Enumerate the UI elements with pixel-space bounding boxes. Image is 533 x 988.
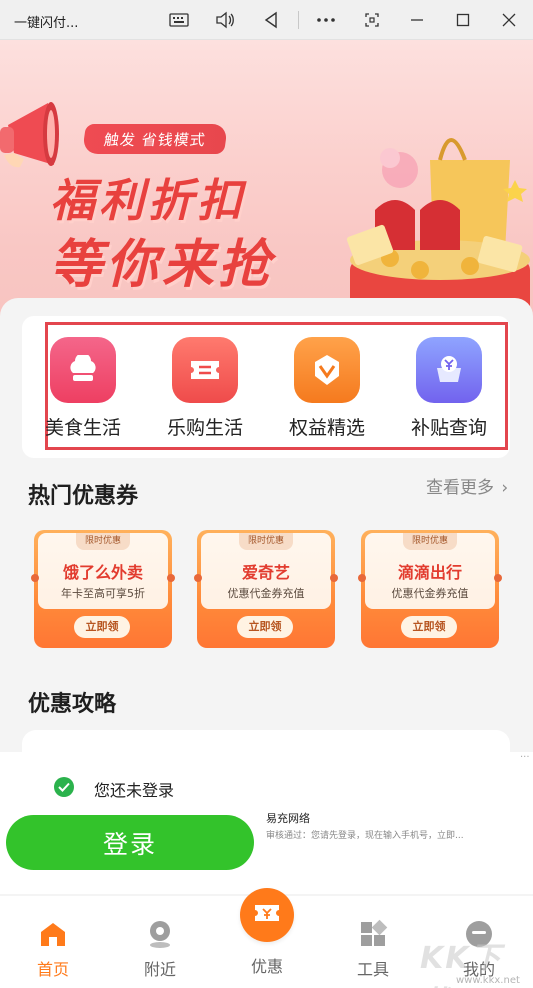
tab-coupon[interactable] bbox=[240, 888, 294, 942]
grid-icon bbox=[357, 918, 389, 950]
coupon-card[interactable]: 限时优惠 滴滴出行 优惠代金券充值 立即领 bbox=[358, 530, 502, 648]
quick-action-label: 美食生活 bbox=[44, 417, 121, 439]
coupon-body: 限时优惠 饿了么外卖 年卡至高可享5折 bbox=[38, 533, 168, 609]
coupon-notch bbox=[194, 574, 202, 582]
tab-nearby[interactable]: 附近 bbox=[130, 918, 190, 980]
claim-button[interactable]: 立即领 bbox=[401, 616, 457, 638]
see-more-link[interactable]: 查看更多 › bbox=[426, 473, 508, 498]
quick-action-label: 乐购生活 bbox=[166, 417, 243, 439]
coupon-icon bbox=[253, 902, 281, 928]
close-icon[interactable] bbox=[495, 6, 523, 34]
coupon-name: 滴滴出行 bbox=[397, 563, 462, 582]
title-divider bbox=[298, 11, 299, 29]
minimize-icon[interactable] bbox=[403, 6, 431, 34]
maximize-icon[interactable] bbox=[449, 6, 477, 34]
badge-icon bbox=[294, 337, 360, 403]
quick-action-subsidy[interactable]: 补贴查询 bbox=[394, 337, 504, 440]
tab-home[interactable]: 首页 bbox=[23, 918, 83, 980]
gift-illustration bbox=[345, 138, 530, 330]
quick-action-shopping[interactable]: 乐购生活 bbox=[150, 337, 260, 440]
quick-action-benefits[interactable]: 权益精选 bbox=[272, 337, 382, 440]
screen-icon[interactable] bbox=[358, 6, 386, 34]
promo-banner[interactable]: 触发 省钱模式 福利折扣 等你来抢 bbox=[0, 40, 533, 340]
coupon-notch bbox=[167, 574, 175, 582]
login-button[interactable]: 登录 bbox=[6, 815, 254, 870]
tab-label: 首页 bbox=[36, 960, 69, 979]
coupon-name: 饿了么外卖 bbox=[62, 563, 143, 582]
coupon-tag: 限时优惠 bbox=[76, 533, 130, 550]
tab-tools[interactable]: 工具 bbox=[343, 918, 403, 980]
coupon-tag: 限时优惠 bbox=[403, 533, 457, 550]
coupon-notch bbox=[494, 574, 502, 582]
check-circle-icon bbox=[54, 777, 74, 797]
coupon-card[interactable]: 限时优惠 爱奇艺 优惠代金券充值 立即领 bbox=[194, 530, 338, 648]
quick-action-label: 权益精选 bbox=[288, 417, 365, 439]
claim-button[interactable]: 立即领 bbox=[74, 616, 130, 638]
coupon-card[interactable]: 限时优惠 饿了么外卖 年卡至高可享5折 立即领 bbox=[31, 530, 175, 648]
chevron-right-icon: › bbox=[501, 478, 509, 498]
coupon-body: 限时优惠 滴滴出行 优惠代金券充值 bbox=[365, 533, 495, 609]
guide-title: 优惠攻略 bbox=[28, 692, 117, 717]
back-icon[interactable] bbox=[257, 6, 285, 34]
carrier-note: 审核通过：您请先登录，现在输入手机号，立即... bbox=[266, 831, 464, 841]
tab-label: 附近 bbox=[143, 960, 176, 979]
watermark-url: www.kkx.net bbox=[456, 975, 520, 986]
tab-label: 优惠 bbox=[250, 957, 283, 976]
mode-pill: 触发 省钱模式 bbox=[81, 124, 229, 154]
coupon-desc: 年卡至高可享5折 bbox=[61, 587, 145, 600]
yuan-wallet-icon bbox=[416, 337, 482, 403]
hot-coupons-title: 热门优惠券 bbox=[28, 484, 139, 509]
tab-label: 工具 bbox=[356, 960, 389, 979]
volume-icon[interactable] bbox=[211, 6, 239, 34]
window-title-bar: 一键闪付... bbox=[0, 0, 533, 40]
quick-action-food[interactable]: 美食生活 bbox=[28, 337, 138, 440]
banner-headline-1: 福利折扣 bbox=[50, 174, 247, 227]
quick-action-label: 补贴查询 bbox=[410, 417, 487, 439]
login-status: 您还未登录 bbox=[94, 781, 175, 800]
coupon-body: 限时优惠 爱奇艺 优惠代金券充值 bbox=[201, 533, 331, 609]
ticket-icon bbox=[172, 337, 238, 403]
see-more-label: 查看更多 bbox=[426, 478, 494, 498]
coupon-notch bbox=[31, 574, 39, 582]
carrier-name: 易充网络 bbox=[266, 812, 310, 825]
home-icon bbox=[37, 918, 69, 950]
coupon-notch bbox=[358, 574, 366, 582]
coupon-notch bbox=[330, 574, 338, 582]
banner-headline-2: 等你来抢 bbox=[50, 235, 275, 295]
keyboard-icon[interactable] bbox=[165, 6, 193, 34]
chef-hat-icon bbox=[50, 337, 116, 403]
coupon-tag: 限时优惠 bbox=[239, 533, 293, 550]
window-title: 一键闪付... bbox=[14, 16, 79, 31]
coupon-desc: 优惠代金券充值 bbox=[227, 587, 305, 600]
coupon-desc: 优惠代金券充值 bbox=[391, 587, 469, 600]
coupon-name: 爱奇艺 bbox=[241, 563, 290, 582]
more-icon[interactable] bbox=[312, 6, 340, 34]
overflow-dots: ··· bbox=[520, 752, 530, 763]
location-icon bbox=[144, 918, 176, 950]
claim-button[interactable]: 立即领 bbox=[237, 616, 293, 638]
